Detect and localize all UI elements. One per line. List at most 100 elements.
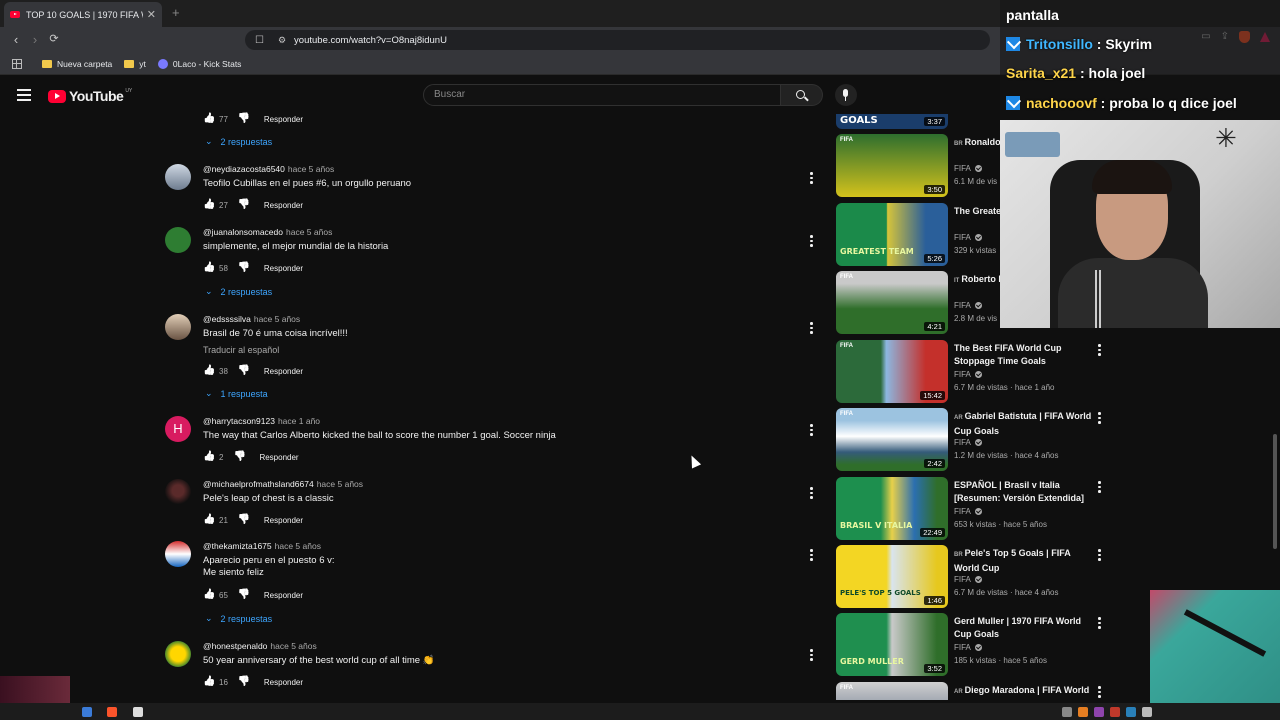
video-more-icon[interactable] [1098, 549, 1101, 563]
brave-icon[interactable] [107, 707, 117, 717]
bookmark-item[interactable]: Nueva carpeta [42, 59, 112, 69]
tray-icon[interactable] [1142, 707, 1152, 717]
video-title[interactable]: AR Gabriel Batistuta | FIFA World Cup Goa… [954, 410, 1092, 436]
avatar[interactable] [165, 227, 191, 253]
view-replies-button[interactable]: ⌄ 1 respuesta [205, 388, 268, 399]
comment-more-icon[interactable] [810, 172, 813, 186]
translate-link[interactable]: Traducir al español [203, 345, 279, 355]
comment-author[interactable]: @neydiazacosta6540 [203, 164, 285, 174]
video-card[interactable]: BRASIL V ITALIA 22:49 ESPAÑOL | Brasil v… [836, 477, 1106, 541]
video-channel[interactable]: FIFA [954, 233, 982, 242]
menu-icon[interactable] [17, 89, 31, 104]
video-card[interactable]: FIFA 15:42 The Best FIFA World Cup Stopp… [836, 340, 1106, 404]
dislike-icon[interactable] [238, 590, 250, 601]
comment-author[interactable]: @thekamizta1675 [203, 541, 272, 551]
video-channel[interactable]: FIFA [954, 164, 982, 173]
video-more-icon[interactable] [1098, 617, 1101, 631]
video-card[interactable]: PELE'S TOP 5 GOALS 1:46 BR Pele's Top 5 G… [836, 545, 1106, 609]
video-card[interactable]: FIFA ARDiego Maradona | FIFA World Cup G… [836, 682, 1106, 700]
comment-author[interactable]: @juanalonsomacedo [203, 227, 283, 237]
reload-icon[interactable]: ⟳ [46, 32, 62, 45]
youtube-logo[interactable]: YouTube UY [48, 88, 132, 104]
video-channel[interactable]: FIFA [954, 575, 982, 584]
like-icon[interactable] [203, 590, 215, 601]
forward-icon[interactable]: › [27, 32, 43, 47]
video-title[interactable]: ESPAÑOL | Brasil v Italia [Resumen: Vers… [954, 479, 1092, 505]
app-icon[interactable] [133, 707, 143, 717]
video-channel[interactable]: FIFA [954, 301, 982, 310]
dislike-icon[interactable] [238, 366, 250, 377]
bookmark-item[interactable]: 0Laco - Kick Stats [157, 58, 241, 69]
video-channel[interactable]: FIFA [954, 643, 982, 652]
video-channel[interactable]: FIFA [954, 370, 982, 379]
like-icon[interactable] [203, 677, 215, 688]
reply-button[interactable]: Responder [264, 201, 303, 210]
reply-button[interactable]: Responder [259, 453, 298, 462]
view-replies-button[interactable]: ⌄ 2 respuestas [205, 286, 272, 297]
avatar[interactable] [165, 164, 191, 190]
site-info-icon[interactable]: ⚙ [278, 35, 286, 46]
avatar[interactable] [165, 641, 191, 667]
apps-grid-icon[interactable] [12, 58, 22, 69]
reply-button[interactable]: Responder [264, 115, 303, 124]
bookmark-item[interactable]: yt [124, 59, 146, 69]
like-icon[interactable] [203, 452, 215, 463]
video-thumbnail[interactable]: FIFA 4:21 [836, 271, 948, 334]
avatar[interactable] [165, 314, 191, 340]
url-field[interactable]: ☐ ⚙ youtube.com/watch?v=O8naj8idunU [245, 30, 990, 50]
comment-more-icon[interactable] [810, 487, 813, 501]
video-card[interactable]: GERD MULLER 3:52 Gerd Muller | 1970 FIFA… [836, 613, 1106, 677]
avatar[interactable] [165, 479, 191, 505]
video-thumbnail[interactable]: FIFA 15:42 [836, 340, 948, 403]
tab-close-icon[interactable]: ✕ [147, 8, 156, 21]
like-icon[interactable] [203, 366, 215, 377]
back-icon[interactable]: ‹ [8, 32, 24, 47]
search-input[interactable]: Buscar [423, 84, 781, 106]
video-channel[interactable]: FIFA [954, 438, 982, 447]
video-thumbnail[interactable]: PELE'S TOP 5 GOALS 1:46 [836, 545, 948, 608]
video-more-icon[interactable] [1098, 412, 1101, 426]
video-channel[interactable]: FIFA [954, 507, 982, 516]
video-thumbnail[interactable]: BRASIL V ITALIA 22:49 [836, 477, 948, 540]
video-thumbnail[interactable]: FIFA 2:42 [836, 408, 948, 471]
view-replies-button[interactable]: ⌄ 2 respuestas [205, 136, 272, 147]
steam-icon[interactable] [82, 707, 92, 717]
comment-author[interactable]: @harrytacson9123 [203, 416, 275, 426]
view-replies-button[interactable]: ⌄ 2 respuestas [205, 613, 272, 624]
dislike-icon[interactable] [238, 677, 250, 688]
like-icon[interactable] [203, 263, 215, 274]
tray-icon[interactable] [1094, 707, 1104, 717]
like-icon[interactable] [203, 114, 215, 125]
reply-button[interactable]: Responder [264, 264, 303, 273]
avatar[interactable]: H [165, 416, 191, 442]
dislike-icon[interactable] [233, 452, 245, 463]
comment-author[interactable]: @honestpenaldo [203, 641, 267, 651]
comment-more-icon[interactable] [810, 322, 813, 336]
dislike-icon[interactable] [238, 200, 250, 211]
video-title[interactable]: ARDiego Maradona | FIFA World Cup Goals [954, 684, 1092, 700]
video-thumbnail[interactable]: GOALS 3:37 [836, 114, 948, 129]
video-title[interactable]: The Best FIFA World Cup Stoppage Time Go… [954, 342, 1092, 368]
comment-author[interactable]: @edssssilva [203, 314, 251, 324]
tray-icon[interactable] [1062, 707, 1072, 717]
video-thumbnail[interactable]: FIFA [836, 682, 948, 700]
video-more-icon[interactable] [1098, 481, 1101, 495]
dislike-icon[interactable] [238, 515, 250, 526]
reply-button[interactable]: Responder [264, 367, 303, 376]
dislike-icon[interactable] [238, 114, 250, 125]
reply-button[interactable]: Responder [264, 516, 303, 525]
bookmark-icon[interactable]: ☐ [255, 35, 264, 46]
voice-search-icon[interactable] [835, 84, 857, 106]
avatar[interactable] [165, 541, 191, 567]
tray-icon[interactable] [1078, 707, 1088, 717]
browser-tab[interactable]: TOP 10 GOALS | 1970 FIFA World ✕ [4, 2, 162, 27]
tray-icon[interactable] [1126, 707, 1136, 717]
comment-more-icon[interactable] [810, 649, 813, 663]
reply-button[interactable]: Responder [264, 591, 303, 600]
comment-more-icon[interactable] [810, 424, 813, 438]
video-thumbnail[interactable]: GERD MULLER 3:52 [836, 613, 948, 676]
video-thumbnail[interactable]: GREATEST TEAM 5:26 [836, 203, 948, 266]
video-thumbnail[interactable]: FIFA 3:50 [836, 134, 948, 197]
video-more-icon[interactable] [1098, 344, 1101, 358]
video-card[interactable]: FIFA 2:42 AR Gabriel Batistuta | FIFA Wor… [836, 408, 1106, 472]
